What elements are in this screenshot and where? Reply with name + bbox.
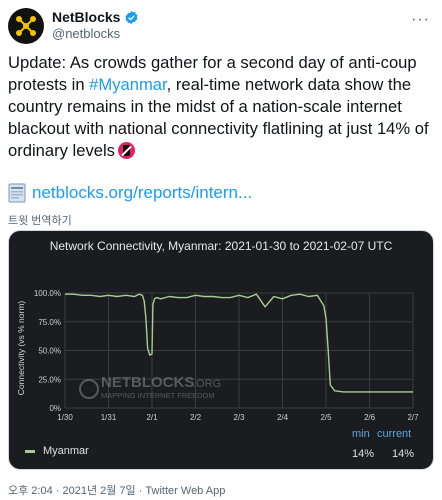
- connectivity-chart: 0% 25.0% 50.0% 75.0% 100.0% 1/30 1/31 2/1 2/2 2/3…: [34, 289, 419, 422]
- x-tick-label: 2/3: [233, 413, 245, 422]
- account-handle[interactable]: @netblocks: [52, 26, 120, 41]
- report-link-row[interactable]: netblocks.org/reports/intern...: [8, 183, 252, 203]
- x-tick-label: 1/31: [101, 413, 117, 422]
- x-tick-label: 1/30: [57, 413, 73, 422]
- legend-label-myanmar: Myanmar: [43, 445, 89, 457]
- x-tick-label: 2/5: [320, 413, 332, 422]
- x-tick-label: 2/6: [364, 413, 376, 422]
- y-tick-label: 0%: [49, 404, 61, 413]
- current-header: current: [377, 428, 412, 440]
- translate-tweet-link[interactable]: 트윗 번역하기: [8, 212, 72, 228]
- y-tick-label: 25.0%: [38, 375, 61, 384]
- min-header: min: [352, 428, 370, 440]
- page-icon: [8, 183, 26, 203]
- x-tick-label: 2/4: [277, 413, 289, 422]
- no-mobile-phones-icon: [117, 142, 135, 159]
- chart-legend: Myanmar: [25, 445, 89, 457]
- legend-swatch: [25, 449, 35, 453]
- watermark-tagline: MAPPING INTERNET FREEDOM: [101, 391, 215, 400]
- report-link[interactable]: netblocks.org/reports/intern...: [32, 183, 252, 203]
- display-name[interactable]: NetBlocks: [52, 9, 120, 25]
- tweet-body: Update: As crowds gather for a second da…: [8, 52, 434, 162]
- tweet-timestamp[interactable]: 오후 2:04 · 2021년 2월 7일 · Twitter Web App: [8, 482, 225, 498]
- x-tick-label: 2/7: [407, 413, 419, 422]
- y-tick-label: 50.0%: [38, 347, 61, 356]
- hashtag-link[interactable]: #Myanmar: [89, 75, 166, 94]
- x-tick-label: 2/2: [190, 413, 202, 422]
- watermark-suffix: .ORG: [193, 378, 221, 390]
- y-tick-label: 75.0%: [38, 318, 61, 327]
- netblocks-logo-icon[interactable]: [8, 8, 44, 44]
- min-value: 14%: [352, 448, 375, 460]
- chart-card[interactable]: Network Connectivity, Myanmar: 2021-01-3…: [8, 230, 434, 470]
- more-options-icon[interactable]: ···: [411, 12, 430, 28]
- x-tick-label: 2/1: [146, 413, 158, 422]
- current-value: 14%: [392, 448, 415, 460]
- watermark-logo-icon: [79, 379, 99, 399]
- watermark-brand: NETBLOCKS: [101, 374, 194, 391]
- verified-badge-icon: [125, 10, 139, 24]
- tweet-header: NetBlocks @netblocks ···: [8, 8, 434, 44]
- y-tick-label: 100.0%: [34, 289, 61, 298]
